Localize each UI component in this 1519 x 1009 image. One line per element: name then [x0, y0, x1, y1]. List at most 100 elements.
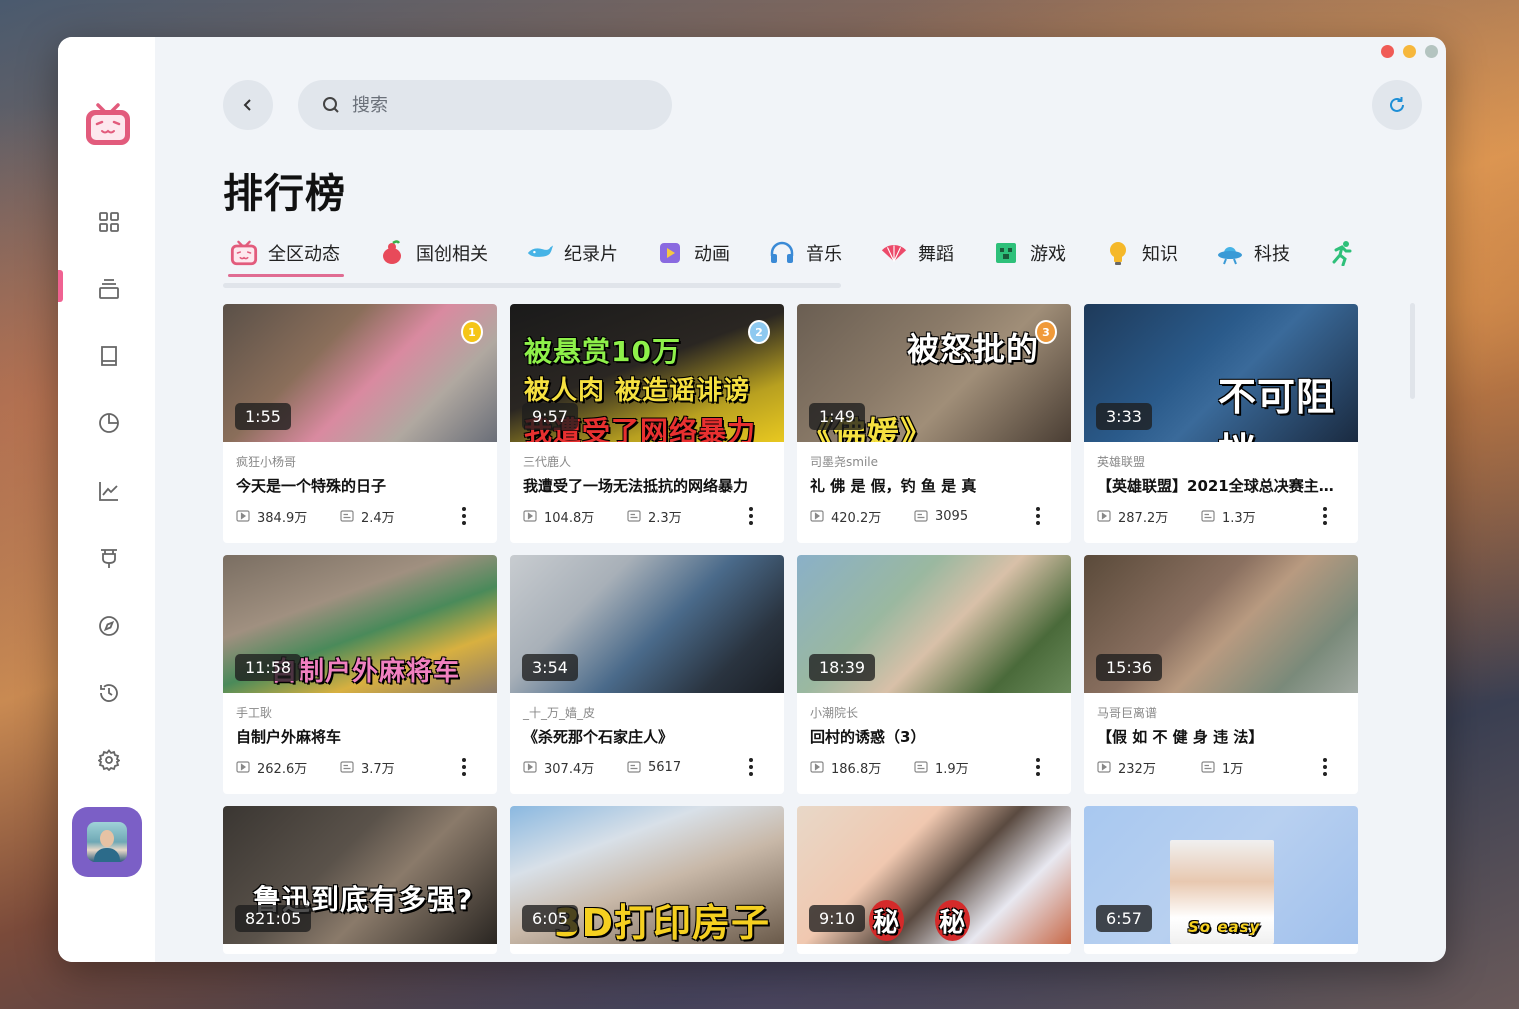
- tabs-scrollbar[interactable]: [223, 283, 841, 288]
- nav-settings[interactable]: [94, 745, 124, 775]
- thumbnail-caption: 被怒批的: [907, 330, 1040, 368]
- search-input[interactable]: [352, 94, 632, 116]
- play-icon: [660, 243, 680, 263]
- tab-game[interactable]: 游戏: [992, 235, 1066, 271]
- ufo-icon: [1218, 247, 1242, 265]
- video-uploader[interactable]: 司墨尧smile: [810, 453, 1059, 469]
- tab-guochuang[interactable]: 国创相关: [378, 235, 488, 271]
- video-uploader[interactable]: 马哥巨离谱: [1097, 704, 1346, 720]
- danmaku-count: 5617: [648, 759, 682, 775]
- tab-label: 全区动态: [268, 244, 340, 265]
- danmaku-icon: [627, 761, 641, 773]
- tab-dance[interactable]: 舞蹈: [880, 235, 954, 271]
- maximize-window-button[interactable]: [1425, 45, 1438, 58]
- more-options-button[interactable]: [1033, 758, 1043, 776]
- video-uploader[interactable]: 疯狂小杨哥: [236, 453, 485, 469]
- settings-icon: [98, 749, 120, 771]
- nav-book[interactable]: [94, 341, 124, 371]
- minimize-window-button[interactable]: [1403, 45, 1416, 58]
- more-options-button[interactable]: [1320, 758, 1330, 776]
- video-duration: 3:54: [522, 654, 578, 681]
- nav-grid[interactable]: [94, 207, 124, 237]
- nav-history[interactable]: [94, 678, 124, 708]
- more-options-button[interactable]: [746, 758, 756, 776]
- video-title[interactable]: 今天是一个特殊的日子: [236, 475, 485, 495]
- tab-sports[interactable]: [1328, 235, 1356, 271]
- video-card[interactable]: 15:36 马哥巨离谱 【假 如 不 健 身 违 法】 232万 1万: [1084, 555, 1358, 794]
- video-card[interactable]: 1 1:55 疯狂小杨哥 今天是一个特殊的日子 384.9万 2.4万: [223, 304, 497, 543]
- tab-label: 纪录片: [564, 244, 618, 265]
- more-options-button[interactable]: [459, 758, 469, 776]
- video-card[interactable]: 不可阻挡 3:33 英雄联盟 【英雄联盟】2021全球总决赛主题... 287.…: [1084, 304, 1358, 543]
- nav-plug[interactable]: [94, 543, 124, 573]
- game-icon: [996, 243, 1016, 263]
- video-duration: 821:05: [235, 905, 312, 932]
- plug-icon: [101, 549, 117, 568]
- video-title[interactable]: 礼 佛 是 假，钓 鱼 是 真: [810, 475, 1059, 495]
- video-duration: 6:05: [522, 905, 578, 932]
- video-title[interactable]: 回村的诱惑（3）: [810, 726, 1059, 746]
- video-card[interactable]: 秘 秘 9:10: [797, 806, 1071, 954]
- video-title[interactable]: 自制户外麻将车: [236, 726, 485, 746]
- danmaku-count: 3095: [935, 508, 969, 524]
- video-title[interactable]: 《杀死那个石家庄人》: [523, 726, 772, 746]
- tab-knowledge[interactable]: 知识: [1104, 235, 1178, 271]
- video-card[interactable]: 18:39 小潮院长 回村的诱惑（3） 186.8万 1.9万: [797, 555, 1071, 794]
- refresh-icon: [1390, 97, 1404, 112]
- tab-music[interactable]: 音乐: [768, 235, 842, 271]
- back-button[interactable]: [223, 80, 273, 130]
- nav-compass[interactable]: [94, 611, 124, 641]
- video-title[interactable]: 我遭受了一场无法抵抗的网络暴力: [523, 475, 772, 495]
- close-window-button[interactable]: [1381, 45, 1394, 58]
- video-thumbnail: 15:36: [1084, 555, 1358, 693]
- danmaku-count: 2.4万: [361, 510, 395, 526]
- danmaku-count: 1.9万: [935, 761, 969, 777]
- video-card[interactable]: 被怒批的 《佛媛》 3 1:49 司墨尧smile 礼 佛 是 假，钓 鱼 是 …: [797, 304, 1071, 543]
- video-uploader[interactable]: 手工耿: [236, 704, 485, 720]
- bilibili-logo[interactable]: [84, 103, 132, 147]
- thumbnail-caption: 被人肉 被造谣诽谤: [524, 376, 751, 406]
- view-count: 262.6万: [257, 761, 308, 777]
- nav-line-chart[interactable]: [94, 476, 124, 506]
- category-tabs: 全区动态 国创相关 纪录片 动画 音乐 舞蹈 游戏 知识 科技: [228, 235, 1394, 277]
- video-title[interactable]: 【假 如 不 健 身 违 法】: [1097, 726, 1346, 746]
- video-card[interactable]: So easy 6:57: [1084, 806, 1358, 954]
- tab-all[interactable]: 全区动态: [228, 235, 344, 277]
- video-card[interactable]: 3:54 _十_万_嫱_皮 《杀死那个石家庄人》 307.4万 5617: [510, 555, 784, 794]
- danmaku-icon: [1201, 761, 1215, 773]
- video-uploader[interactable]: 三代鹿人: [523, 453, 772, 469]
- tab-label: 游戏: [1030, 244, 1066, 265]
- video-thumbnail: So easy 6:57: [1084, 806, 1358, 944]
- nav-ranking[interactable]: [94, 274, 124, 304]
- user-avatar-button[interactable]: [72, 807, 142, 877]
- video-duration: 15:36: [1096, 654, 1163, 681]
- tab-animation[interactable]: 动画: [656, 235, 730, 271]
- tab-documentary[interactable]: 纪录片: [526, 235, 618, 271]
- app-window: 排行榜 全区动态 国创相关 纪录片 动画 音乐 舞蹈 游戏: [58, 37, 1446, 962]
- content-scrollbar[interactable]: [1410, 303, 1415, 399]
- tab-tech[interactable]: 科技: [1216, 235, 1290, 271]
- video-uploader[interactable]: 小潮院长: [810, 704, 1059, 720]
- play-count-icon: [236, 510, 250, 522]
- play-count-icon: [810, 510, 824, 522]
- video-uploader[interactable]: 英雄联盟: [1097, 453, 1346, 469]
- video-uploader[interactable]: _十_万_嫱_皮: [523, 704, 772, 720]
- compass-icon: [99, 616, 119, 636]
- video-card[interactable]: 自制户外麻将车 11:58 手工耿 自制户外麻将车 262.6万 3.7万: [223, 555, 497, 794]
- video-card[interactable]: 3D打印房子 6:05: [510, 806, 784, 954]
- window-controls: [1381, 45, 1438, 58]
- nav-pie[interactable]: [94, 408, 124, 438]
- more-options-button[interactable]: [459, 507, 469, 525]
- video-card[interactable]: 鲁迅到底有多强? 821:05: [223, 806, 497, 954]
- sidebar: [58, 37, 155, 962]
- more-options-button[interactable]: [746, 507, 756, 525]
- video-thumbnail: 3:54: [510, 555, 784, 693]
- more-options-button[interactable]: [1320, 507, 1330, 525]
- view-count: 307.4万: [544, 761, 595, 777]
- more-options-button[interactable]: [1033, 507, 1043, 525]
- thumbnail-caption: 3D打印房子: [554, 901, 770, 944]
- refresh-button[interactable]: [1372, 80, 1422, 130]
- video-card[interactable]: 被悬赏10万 被人肉 被造谣诽谤 我遭受了网络暴力 2 9:57 三代鹿人 我遭…: [510, 304, 784, 543]
- video-title[interactable]: 【英雄联盟】2021全球总决赛主题...: [1097, 475, 1346, 495]
- headphones-icon: [770, 241, 794, 263]
